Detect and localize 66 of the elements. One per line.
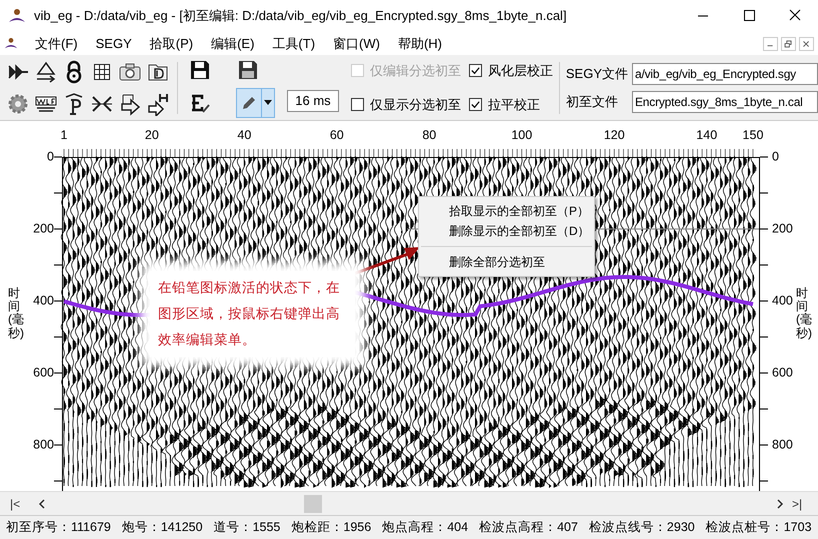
axis-tick-label: 800 xyxy=(772,436,793,454)
axis-tick-label: 80 xyxy=(422,127,436,144)
menu-item[interactable]: 删除全部分选初至 xyxy=(419,252,594,272)
axis-tick-label: 40 xyxy=(237,127,252,144)
axis-tick-label: 140 xyxy=(696,127,718,144)
status-field: 炮点高程：404 xyxy=(382,518,468,537)
scroll-left-icon[interactable] xyxy=(38,498,46,508)
status-field: 检波点线号：2930 xyxy=(588,518,695,537)
axis-tick-label: 0 xyxy=(47,148,54,166)
axis-tick-label: 600 xyxy=(33,364,54,382)
axis-tick-label: 400 xyxy=(772,292,793,310)
dropdown-button[interactable] xyxy=(262,88,275,118)
file-path-field[interactable]: Encrypted.sgy_8ms_1byte_n.cal xyxy=(632,90,818,112)
field-label: SEGY文件 xyxy=(566,64,628,83)
axis-tick-label: 150 xyxy=(742,127,764,144)
scroll-thumb[interactable] xyxy=(304,494,322,512)
axis-tick-label: 120 xyxy=(604,127,625,144)
status-field: 炮检距：1956 xyxy=(291,518,372,537)
menu-item[interactable]: 编辑(E) xyxy=(202,34,264,54)
checkbox-label[interactable]: 仅显示分选初至 xyxy=(370,94,461,114)
scroll-right-icon[interactable] xyxy=(776,498,784,508)
field-label: 初至文件 xyxy=(566,92,619,111)
h-arrow-icon[interactable] xyxy=(146,92,170,116)
close-icon[interactable] xyxy=(799,36,814,50)
status-field: 检波点桩号：1703 xyxy=(706,518,812,537)
status-field: 道号：1555 xyxy=(214,518,280,537)
checkbox[interactable] xyxy=(468,98,482,111)
checkbox-label[interactable]: 拉平校正 xyxy=(488,94,540,114)
axis-tick-label: 200 xyxy=(33,220,54,238)
axis-tick-label: 800 xyxy=(33,436,54,454)
menu-item[interactable]: 拾取显示的全部初至（P） xyxy=(419,201,594,221)
checkbox[interactable] xyxy=(468,64,482,78)
pencil-icon xyxy=(241,94,258,110)
file-path-field[interactable]: a/vib_eg/vib_eg_Encrypted.sgy xyxy=(632,62,818,84)
axis-tick-label: 1 xyxy=(60,127,68,144)
caret-icon xyxy=(264,100,272,105)
status-field: 检波点高程：407 xyxy=(479,518,578,537)
status-field: 炮号：141250 xyxy=(122,518,203,537)
axis-tick-label: 600 xyxy=(772,364,793,382)
menu-item[interactable]: 工具(T) xyxy=(263,34,324,54)
checkbox[interactable] xyxy=(350,98,364,111)
status-field: 初至序号：111679 xyxy=(6,518,111,537)
menu-item[interactable]: 窗口(W) xyxy=(324,34,389,54)
menu-item[interactable]: 拾取(P) xyxy=(140,34,202,54)
first-page-button[interactable]: |< xyxy=(10,494,26,512)
last-page-button[interactable]: >| xyxy=(792,494,802,512)
callout-note: 在铅笔图标激活的状态下，在图形区域，按鼠标右键弹出高效率编辑菜单。 xyxy=(150,271,355,357)
checkbox-label[interactable]: 风化层校正 xyxy=(488,61,553,80)
menu-item[interactable]: 文件(F) xyxy=(26,34,87,54)
menu-item[interactable]: 帮助(H) xyxy=(388,34,452,54)
axis-tick-label: 0 xyxy=(772,148,779,166)
axis-tick-label: 20 xyxy=(144,127,159,144)
menu-item[interactable]: 删除显示的全部初至（D） xyxy=(419,221,594,241)
app-logo-icon xyxy=(4,37,18,50)
pencil-button[interactable] xyxy=(236,88,262,118)
interval-field[interactable]: 16 ms xyxy=(286,90,339,112)
gear-icon[interactable] xyxy=(6,92,30,116)
axis-tick-label: 60 xyxy=(330,127,344,144)
menu-item[interactable]: SEGY xyxy=(86,34,141,54)
window-title: vib_eg - D:/data/vib_eg - [初至编辑: D:/data/vib_eg/vib_eg_Encrypted.sgy_8ms_1byte_n.cal] xyxy=(34,7,567,26)
axis-tick-label: 400 xyxy=(33,292,54,310)
axis-tick-label: 200 xyxy=(772,220,793,238)
restore-icon[interactable] xyxy=(781,36,796,50)
triangle-arrow-icon[interactable] xyxy=(34,60,58,84)
app-logo-icon xyxy=(8,8,26,24)
axis-tick-label: 100 xyxy=(511,127,532,144)
